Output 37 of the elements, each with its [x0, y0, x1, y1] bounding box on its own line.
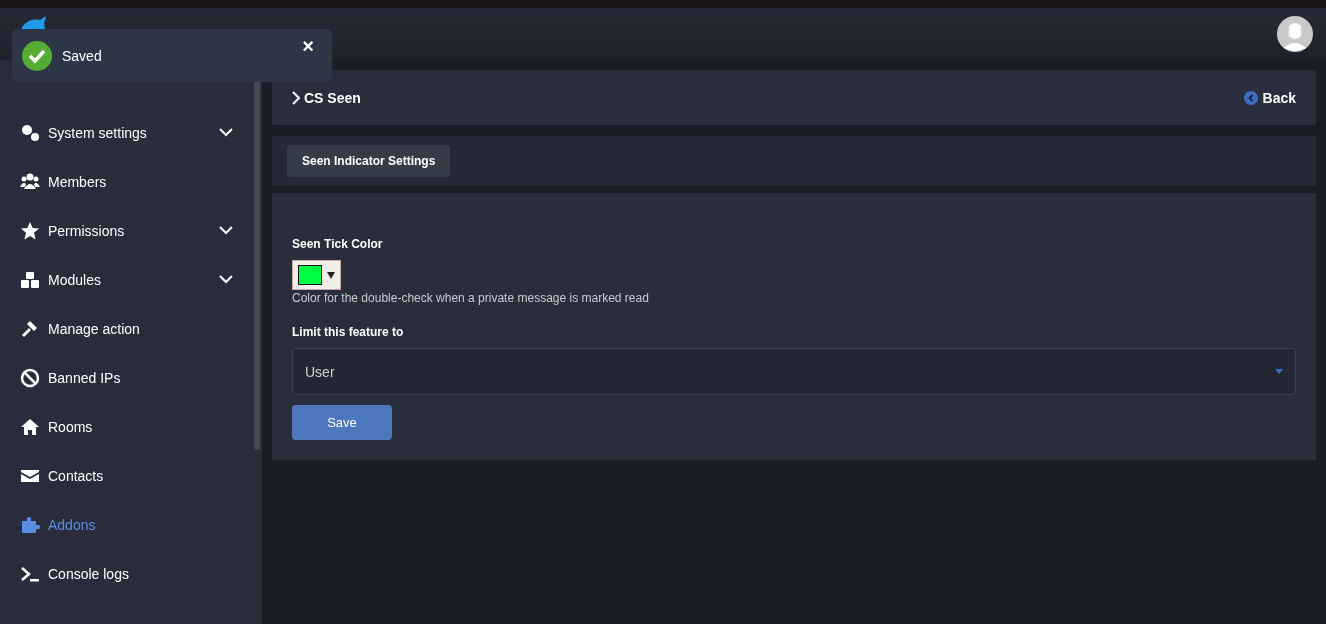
help-text: Color for the double-check when a private message is marked read	[292, 291, 650, 305]
ban-icon	[20, 367, 40, 388]
sidebar-item[interactable]: Banned IPs	[0, 353, 262, 402]
field-label: Seen Tick Color	[292, 237, 384, 251]
page-title: CS Seen	[292, 89, 361, 106]
star-icon	[20, 220, 40, 241]
caret-icon	[327, 271, 335, 279]
cubes-icon	[20, 269, 40, 290]
chevron-left-circle-icon	[1243, 90, 1258, 105]
close-button[interactable]: ×	[294, 35, 322, 58]
sidebar-item[interactable]: Permissions	[0, 206, 262, 255]
gavel-icon	[20, 318, 40, 339]
save-button[interactable]: Save	[292, 405, 392, 440]
chevron-down-icon	[219, 226, 233, 235]
tab[interactable]: Seen Indicator Settings	[287, 145, 451, 177]
sidebar-item[interactable]: System settings	[0, 108, 262, 157]
sidebar-item[interactable]: Members	[0, 157, 262, 206]
color-picker[interactable]	[292, 260, 341, 290]
sidebar-item[interactable]: Addons	[0, 500, 262, 549]
chevron-down-icon	[219, 275, 233, 284]
users-icon	[20, 171, 40, 192]
puzzle-icon	[20, 514, 40, 535]
check-circle-icon	[22, 40, 52, 71]
sidebar-item[interactable]: Modules	[0, 255, 262, 304]
sidebar-item[interactable]: Contacts	[0, 451, 262, 500]
home-icon	[20, 416, 40, 437]
sidebar-item[interactable]: Console logs	[0, 549, 262, 598]
sidebar-item[interactable]: Manage action	[0, 304, 262, 353]
avatar[interactable]	[1277, 16, 1313, 52]
toast-message: Saved	[62, 47, 103, 64]
chevron-right-icon	[292, 90, 300, 105]
select-field[interactable]: User	[292, 348, 1296, 395]
caret-icon	[1275, 369, 1283, 374]
chevron-down-icon	[219, 128, 233, 137]
field-label: Limit this feature to	[292, 325, 405, 339]
sidebar-item[interactable]: Rooms	[0, 402, 262, 451]
back-link[interactable]: Back	[1243, 89, 1296, 106]
